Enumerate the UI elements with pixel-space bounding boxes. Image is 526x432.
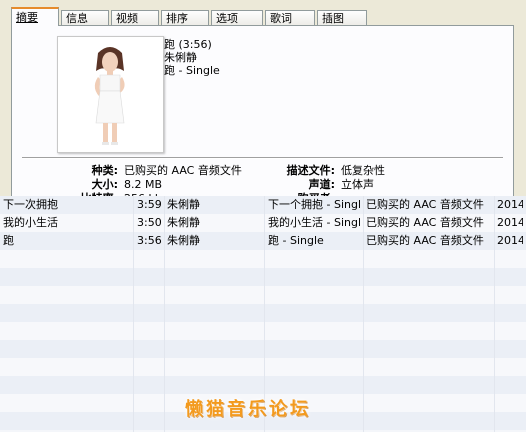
detail-kind-value: 已购买的 AAC 音频文件	[124, 164, 242, 177]
detail-size: 大小: 8.2 MB	[52, 178, 242, 192]
track-name: 跑	[3, 234, 14, 247]
watermark-logo: 懒猫音乐论坛	[185, 399, 311, 420]
track-time: 3:56	[137, 234, 162, 247]
tab-sorting-label: 排序	[166, 12, 188, 25]
divider	[22, 157, 503, 159]
tab-video-label: 视频	[116, 12, 138, 25]
track-album-cell: 跑 - Single	[268, 234, 324, 247]
track-name: 我的小生活	[3, 216, 58, 229]
column-divider	[133, 196, 134, 432]
detail-profile-value: 低复杂性	[341, 164, 385, 177]
tab-summary-label: 摘要	[16, 11, 38, 24]
tab-summary[interactable]: 摘要	[11, 7, 59, 26]
detail-profile-label: 描述文件:	[286, 164, 335, 177]
detail-profile: 描述文件: 低复杂性	[267, 164, 385, 178]
tab-lyrics[interactable]: 歌词	[265, 10, 315, 26]
track-kind: 已购买的 AAC 音频文件	[366, 198, 484, 211]
track-kind: 已购买的 AAC 音频文件	[366, 234, 484, 247]
column-divider	[363, 196, 364, 432]
column-divider	[494, 196, 495, 432]
detail-channels-value: 立体声	[341, 178, 374, 191]
track-year: 2014	[497, 216, 523, 229]
track-time: 3:59	[137, 198, 162, 211]
track-row[interactable]: 跑 3:56 朱俐静 跑 - Single 已购买的 AAC 音频文件 2014	[0, 232, 526, 250]
track-year: 2014	[497, 234, 523, 247]
detail-channels: 声道: 立体声	[267, 178, 385, 192]
track-row[interactable]: 下一次拥抱 3:59 朱俐静 下一个拥抱 - Single 已购买的 AAC 音…	[0, 196, 526, 214]
album-artwork	[57, 36, 164, 153]
tab-options-label: 选项	[216, 12, 238, 25]
tab-artwork[interactable]: 插图	[317, 10, 367, 26]
track-album-cell: 下一个拥抱 - Single	[268, 198, 360, 211]
album-cover-photo-icon	[58, 37, 163, 152]
track-title: 跑 (3:56)	[164, 38, 212, 51]
empty-row	[0, 286, 526, 304]
track-artist-cell: 朱俐静	[167, 216, 200, 229]
track-artist-cell: 朱俐静	[167, 198, 200, 211]
track-time: 3:50	[137, 216, 162, 229]
track-artist-cell: 朱俐静	[167, 234, 200, 247]
track-name: 下一次拥抱	[3, 198, 58, 211]
track-album-cell: 我的小生活 - Single	[268, 216, 360, 229]
track-row[interactable]: 我的小生活 3:50 朱俐静 我的小生活 - Single 已购买的 AAC 音…	[0, 214, 526, 232]
empty-row	[0, 322, 526, 340]
tab-options[interactable]: 选项	[211, 10, 263, 26]
tab-artwork-label: 插图	[322, 12, 344, 25]
track-artist: 朱俐静	[164, 51, 197, 64]
detail-size-value: 8.2 MB	[124, 178, 163, 191]
track-summary: 跑 (3:56) 朱俐静 跑 - Single	[164, 38, 220, 77]
track-kind: 已购买的 AAC 音频文件	[366, 216, 484, 229]
tab-video[interactable]: 视频	[111, 10, 159, 26]
detail-kind: 种类: 已购买的 AAC 音频文件	[52, 164, 242, 178]
detail-kind-label: 种类:	[91, 164, 118, 177]
tab-info-label: 信息	[66, 12, 88, 25]
get-info-dialog: 摘要 信息 视频 排序 选项 歌词 插图 跑 (3:56) 朱俐静 跑 - Si…	[0, 0, 526, 205]
detail-channels-label: 声道:	[308, 178, 335, 191]
empty-row	[0, 340, 526, 358]
tab-info[interactable]: 信息	[61, 10, 109, 26]
track-album: 跑 - Single	[164, 64, 220, 77]
track-year: 2014	[497, 198, 523, 211]
empty-row	[0, 268, 526, 286]
empty-row	[0, 376, 526, 394]
tab-bar: 摘要 信息 视频 排序 选项 歌词 插图	[11, 6, 369, 26]
empty-row	[0, 250, 526, 268]
summary-panel: 跑 (3:56) 朱俐静 跑 - Single 种类: 已购买的 AAC 音频文…	[11, 25, 514, 205]
detail-size-label: 大小:	[91, 178, 118, 191]
column-divider	[164, 196, 165, 432]
tab-sorting[interactable]: 排序	[161, 10, 209, 26]
empty-row	[0, 358, 526, 376]
empty-row	[0, 304, 526, 322]
tab-lyrics-label: 歌词	[270, 12, 292, 25]
